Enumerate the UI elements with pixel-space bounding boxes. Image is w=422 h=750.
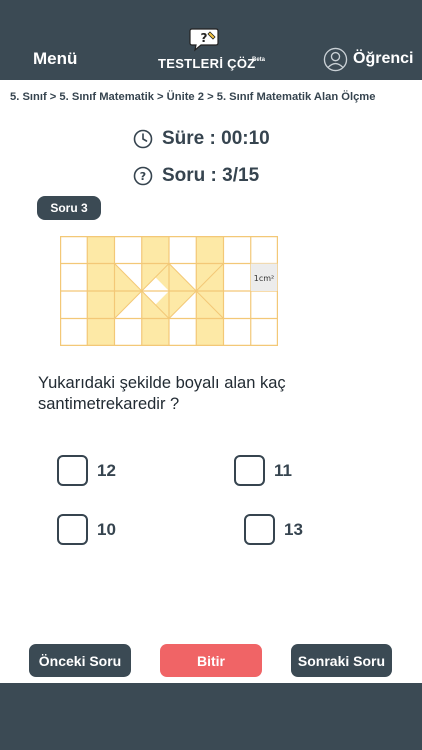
question-circle-icon: ? <box>133 166 153 186</box>
beta-badge: Beta <box>252 57 266 63</box>
answer-checkbox[interactable] <box>57 455 88 486</box>
finish-button[interactable]: Bitir <box>160 644 262 677</box>
next-question-button[interactable]: Sonraki Soru <box>291 644 392 677</box>
answer-label: 10 <box>97 519 116 539</box>
question-counter: ? Soru : 3/15 <box>133 165 259 187</box>
answer-option-d[interactable]: 13 <box>244 514 303 545</box>
answer-checkbox[interactable] <box>244 514 275 545</box>
user-menu[interactable]: Öğrenci <box>323 46 413 72</box>
question-badge: Soru 3 <box>37 196 101 220</box>
user-avatar-icon <box>323 47 348 71</box>
top-bar: Menü ? TESTLERİ ÇÖZ Beta Öğrenci <box>0 0 422 80</box>
svg-text:?: ? <box>140 170 146 183</box>
breadcrumb[interactable]: 5. Sınıf > 5. Sınıf Matematik > Ünite 2 … <box>10 91 375 103</box>
user-label: Öğrenci <box>353 50 414 67</box>
answer-label: 13 <box>284 519 303 539</box>
question-text: Yukarıdaki şekilde boyalı alan kaç santi… <box>38 374 286 413</box>
timer: Süre : 00:10 <box>133 128 270 150</box>
answer-checkbox[interactable] <box>57 514 88 545</box>
question-figure: 1cm² <box>60 236 278 346</box>
answer-option-a[interactable]: 12 <box>57 455 116 486</box>
speech-bubble-icon: ? <box>189 28 219 52</box>
previous-question-button[interactable]: Önceki Soru <box>29 644 131 677</box>
app-logo[interactable]: ? TESTLERİ ÇÖZ Beta <box>155 26 285 78</box>
unit-square-label: 1cm² <box>254 274 275 283</box>
svg-text:?: ? <box>201 31 208 45</box>
answer-option-c[interactable]: 10 <box>57 514 116 545</box>
bottom-bar <box>0 683 422 750</box>
logo-text: TESTLERİ ÇÖZ <box>158 56 256 71</box>
question-counter-text: Soru : 3/15 <box>162 165 260 186</box>
answer-option-b[interactable]: 11 <box>234 455 292 486</box>
timer-text: Süre : 00:10 <box>162 128 270 149</box>
clock-icon <box>133 129 153 149</box>
answer-label: 12 <box>97 460 116 480</box>
menu-button[interactable]: Menü <box>33 49 77 69</box>
answer-checkbox[interactable] <box>234 455 265 486</box>
answer-label: 11 <box>274 460 292 480</box>
